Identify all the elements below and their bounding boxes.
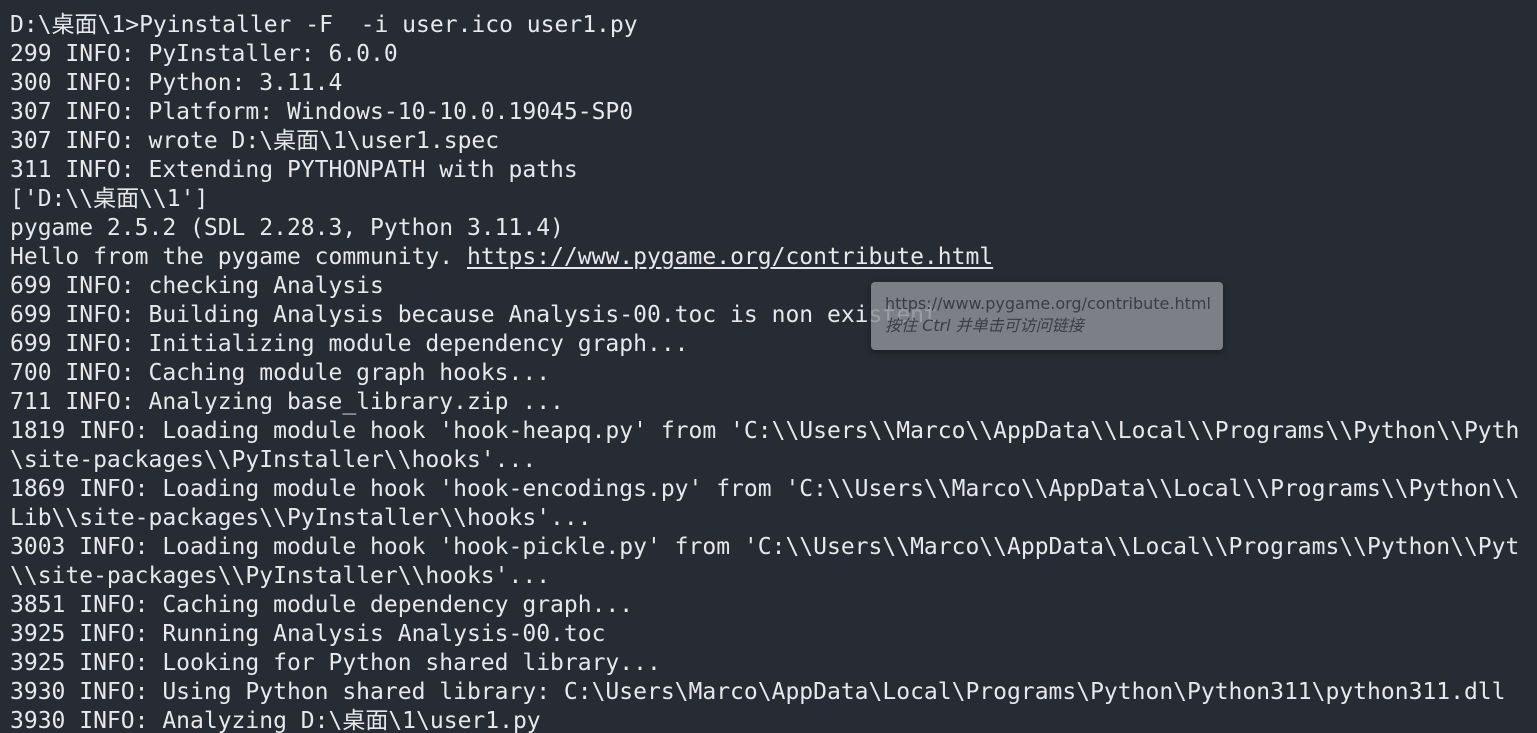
terminal-line: \\site-packages\\PyInstaller\\hooks'... <box>10 562 1519 591</box>
terminal-line-text: 700 INFO: Caching module graph hooks... <box>10 360 551 386</box>
terminal-line-text: Hello from the pygame community. <box>10 244 467 270</box>
terminal-line: 1819 INFO: Loading module hook 'hook-hea… <box>10 417 1519 446</box>
terminal-line: 699 INFO: Building Analysis because Anal… <box>10 301 1519 330</box>
terminal-link[interactable]: https://www.pygame.org/contribute.html <box>467 244 993 270</box>
terminal-line-text: 699 INFO: checking Analysis <box>10 273 384 299</box>
terminal-line: 300 INFO: Python: 3.11.4 <box>10 69 1519 98</box>
terminal-line: 1869 INFO: Loading module hook 'hook-enc… <box>10 475 1519 504</box>
terminal-line: 711 INFO: Analyzing base_library.zip ... <box>10 388 1519 417</box>
terminal-line-text: 3930 INFO: Analyzing D:\桌面\1\user1.py <box>10 708 541 733</box>
terminal-line-text: 3925 INFO: Looking for Python shared lib… <box>10 650 661 676</box>
terminal-line: 307 INFO: Platform: Windows-10-10.0.1904… <box>10 98 1519 127</box>
terminal-line-text: 300 INFO: Python: 3.11.4 <box>10 70 343 96</box>
terminal-line: ['D:\\桌面\\1'] <box>10 185 1519 214</box>
terminal-line-text: pygame 2.5.2 (SDL 2.28.3, Python 3.11.4) <box>10 215 564 241</box>
terminal-line-text: 699 INFO: Building Analysis because Anal… <box>10 302 938 328</box>
terminal-line: pygame 2.5.2 (SDL 2.28.3, Python 3.11.4) <box>10 214 1519 243</box>
terminal-line-text: 1869 INFO: Loading module hook 'hook-enc… <box>10 476 1520 502</box>
terminal-line: 307 INFO: wrote D:\桌面\1\user1.spec <box>10 127 1519 156</box>
terminal-line: 3930 INFO: Using Python shared library: … <box>10 678 1519 707</box>
terminal-line: Lib\\site-packages\\PyInstaller\\hooks'.… <box>10 504 1519 533</box>
terminal-line: D:\桌面\1>Pyinstaller -F -i user.ico user1… <box>10 11 1519 40</box>
terminal-line-text: 311 INFO: Extending PYTHONPATH with path… <box>10 157 578 183</box>
terminal-line: 299 INFO: PyInstaller: 6.0.0 <box>10 40 1519 69</box>
tooltip-url: https://www.pygame.org/contribute.html <box>885 294 1211 313</box>
terminal-line-text: ['D:\\桌面\\1'] <box>10 186 209 212</box>
terminal-line-text: 1819 INFO: Loading module hook 'hook-hea… <box>10 418 1520 444</box>
terminal-output[interactable]: D:\桌面\1>Pyinstaller -F -i user.ico user1… <box>10 11 1519 733</box>
terminal-line-text: 307 INFO: wrote D:\桌面\1\user1.spec <box>10 128 500 154</box>
terminal-line-text: D:\桌面\1>Pyinstaller -F -i user.ico user1… <box>10 12 638 38</box>
terminal-line: 311 INFO: Extending PYTHONPATH with path… <box>10 156 1519 185</box>
terminal-line-text: Lib\\site-packages\\PyInstaller\\hooks'.… <box>10 505 592 531</box>
terminal-line: 3003 INFO: Loading module hook 'hook-pic… <box>10 533 1519 562</box>
link-tooltip: https://www.pygame.org/contribute.html 按… <box>871 282 1223 350</box>
terminal-line: 699 INFO: Initializing module dependency… <box>10 330 1519 359</box>
terminal-line: Hello from the pygame community. https:/… <box>10 243 1519 272</box>
terminal-line: 700 INFO: Caching module graph hooks... <box>10 359 1519 388</box>
terminal-line: 3930 INFO: Analyzing D:\桌面\1\user1.py <box>10 707 1519 733</box>
terminal-line-text: \\site-packages\\PyInstaller\\hooks'... <box>10 563 551 589</box>
terminal-line-text: 3930 INFO: Using Python shared library: … <box>10 679 1506 705</box>
terminal-line: 3925 INFO: Running Analysis Analysis-00.… <box>10 620 1519 649</box>
terminal-line-text: 307 INFO: Platform: Windows-10-10.0.1904… <box>10 99 634 125</box>
terminal-line-text: 711 INFO: Analyzing base_library.zip ... <box>10 389 564 415</box>
terminal-line: 3851 INFO: Caching module dependency gra… <box>10 591 1519 620</box>
terminal-line: \site-packages\\PyInstaller\\hooks'... <box>10 446 1519 475</box>
terminal-line-text: 3003 INFO: Loading module hook 'hook-pic… <box>10 534 1520 560</box>
terminal-line-text: 3925 INFO: Running Analysis Analysis-00.… <box>10 621 606 647</box>
tooltip-hint: 按住 Ctrl 并单击可访问链接 <box>885 316 1084 335</box>
terminal-window[interactable]: D:\桌面\1>Pyinstaller -F -i user.ico user1… <box>0 0 1537 733</box>
terminal-line-text: 299 INFO: PyInstaller: 6.0.0 <box>10 41 398 67</box>
terminal-line: 699 INFO: checking Analysis <box>10 272 1519 301</box>
terminal-line-text: 3851 INFO: Caching module dependency gra… <box>10 592 634 618</box>
terminal-line: 3925 INFO: Looking for Python shared lib… <box>10 649 1519 678</box>
terminal-line-text: \site-packages\\PyInstaller\\hooks'... <box>10 447 537 473</box>
terminal-line-text: 699 INFO: Initializing module dependency… <box>10 331 689 357</box>
